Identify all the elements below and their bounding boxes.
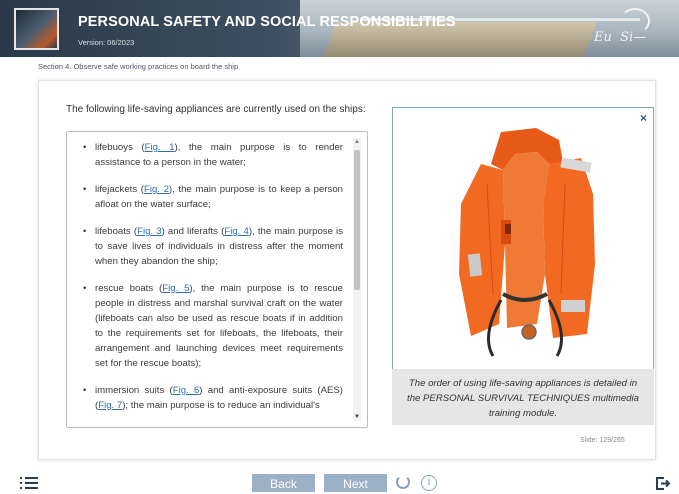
header-banner: PERSONAL SAFETY AND SOCIAL RESPONSIBILIT… [0,0,679,57]
list-item: immersion suits (Fig. 6) and anti-exposu… [81,383,343,413]
menu-dot [20,487,22,489]
info-icon[interactable]: i [421,475,437,491]
lifejacket-image [459,128,595,357]
fig-5-link[interactable]: Fig. 5 [162,283,189,294]
appliances-list: lifebuoys (Fig. 1 ), the main purpose is … [81,140,343,425]
item-text: ), the main purpose is to rescue people … [95,283,343,369]
scroll-up-arrow-icon[interactable]: ▲ [353,138,361,146]
image-caption: The order of using life-saving appliance… [392,369,654,425]
fig-4-link[interactable]: Fig. 4 [224,226,248,237]
scroll-thumb[interactable] [354,150,360,290]
menu-line [25,482,38,484]
caption-text: The order of using life-saving appliance… [407,378,639,419]
menu-dot [20,477,22,479]
section-breadcrumb: Section 4. Observe safe working practice… [38,62,239,71]
fig-2-link[interactable]: Fig. 2 [144,184,169,195]
menu-line [25,477,38,479]
fig-7-link[interactable]: Fig. 7 [98,400,122,411]
image-panel: × [392,107,654,371]
menu-dot [20,482,22,484]
reload-icon[interactable] [396,475,410,489]
fig-1-link[interactable]: Fig. 1 [145,142,175,153]
list-item: lifeboats (Fig. 3) and liferafts (Fig. 4… [81,224,343,269]
list-scrollbar[interactable]: ▲ ▼ [353,138,361,421]
item-text: ) and liferafts ( [161,226,225,237]
close-icon[interactable]: × [640,111,647,125]
scroll-down-arrow-icon[interactable]: ▼ [353,413,361,421]
course-title: PERSONAL SAFETY AND SOCIAL RESPONSIBILIT… [78,14,456,30]
item-text: lifebuoys ( [95,142,145,153]
fig-6-link[interactable]: Fig. 6 [173,385,200,396]
intro-text: The following life-saving appliances are… [66,104,366,115]
item-text: immersion suits ( [95,385,173,396]
list-item: rescue boats (Fig. 5), the main purpose … [81,281,343,371]
item-text: rescue boats ( [95,283,163,294]
course-version: Version: 06/2023 [78,38,135,47]
item-text: lifeboats ( [95,226,138,237]
menu-line [25,487,38,489]
slide-counter: Slide: 129/265 [580,437,625,444]
exit-icon[interactable] [656,477,670,490]
item-text: ); the main purpose is to reduce an indi… [122,400,320,411]
list-item: lifebuoys (Fig. 1), the main purpose is … [81,140,343,170]
brand-logo-text: Eu Si— [594,30,647,45]
course-thumbnail [14,8,59,50]
list-item: lifejackets (Fig. 2), the main purpose i… [81,182,343,212]
menu-list-icon[interactable] [20,476,38,490]
appliances-list-box[interactable]: lifebuoys (Fig. 1 ), the main purpose is … [66,131,368,428]
fig-3-link[interactable]: Fig. 3 [137,226,161,237]
item-text: lifejackets ( [95,184,144,195]
next-button[interactable]: Next [324,474,387,492]
back-button[interactable]: Back [252,474,315,492]
